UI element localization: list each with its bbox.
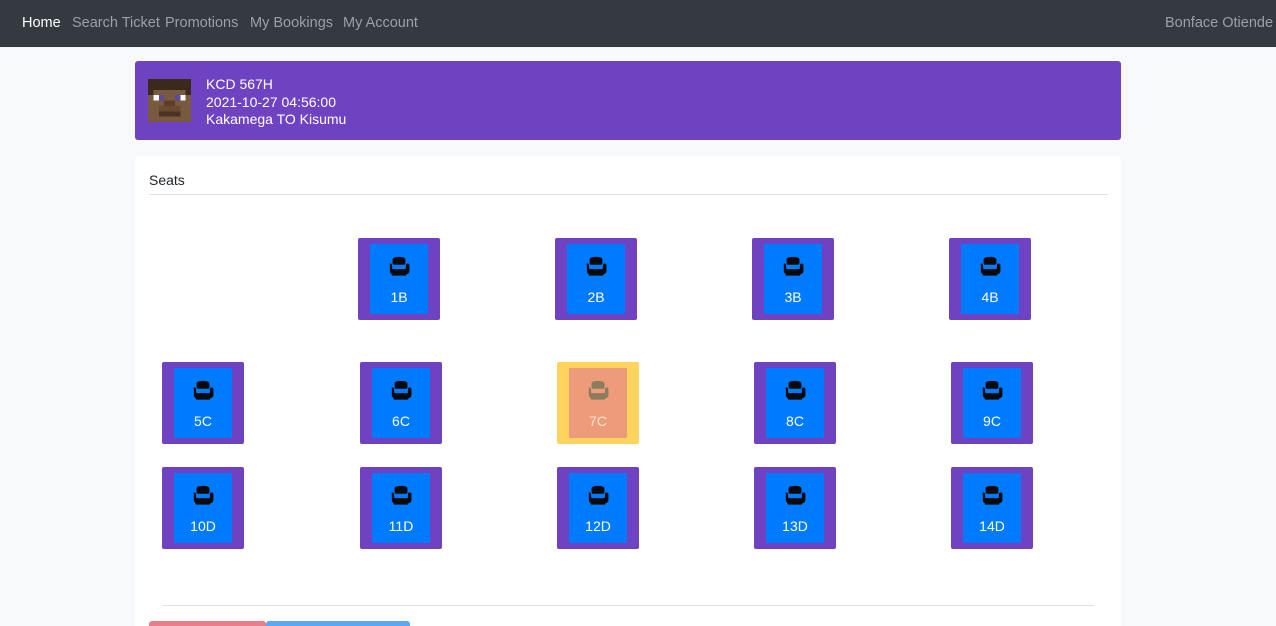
armchair-icon — [587, 484, 609, 506]
seat-button[interactable]: 11D — [372, 473, 430, 543]
seat-label: 1B — [390, 289, 408, 305]
seat-button[interactable]: 12D — [569, 473, 627, 543]
seat-label: 11D — [388, 518, 414, 534]
nav-home-link[interactable]: Home — [22, 15, 61, 31]
armchair-icon — [388, 255, 410, 277]
header-divider — [149, 194, 1108, 195]
seat-4b[interactable]: 4B — [949, 238, 1031, 320]
user-dropdown-toggle[interactable]: Bonface Otiende — [1165, 15, 1276, 31]
trip-banner: KCD 567H 2021-10-27 04:56:00 Kakamega TO… — [135, 61, 1121, 140]
nav-my-account-link[interactable]: My Account — [343, 15, 418, 31]
seat-label: 4B — [981, 289, 999, 305]
seats-card-title: Seats — [149, 172, 185, 188]
armchair-icon — [192, 379, 214, 401]
seat-10d[interactable]: 10D — [162, 467, 244, 549]
primary-button[interactable] — [266, 621, 410, 626]
seat-button[interactable]: 6C — [372, 368, 430, 438]
trip-route: Kakamega TO Kisumu — [206, 111, 347, 127]
seat-button[interactable]: 4B — [961, 244, 1019, 314]
footer-divider — [163, 605, 1094, 606]
armchair-icon — [784, 379, 806, 401]
seat-label: 2B — [587, 289, 605, 305]
seat-button[interactable]: 10D — [174, 473, 232, 543]
seat-label: 12D — [585, 518, 611, 534]
armchair-icon — [782, 255, 804, 277]
seat-button[interactable]: 8C — [766, 368, 824, 438]
armchair-icon — [390, 484, 412, 506]
seat-label: 13D — [782, 518, 808, 534]
user-name: Bonface Otiende — [1165, 15, 1274, 31]
seat-label: 8C — [786, 413, 804, 429]
seat-5c[interactable]: 5C — [162, 362, 244, 444]
danger-button[interactable] — [149, 621, 266, 626]
seat-button[interactable]: 3B — [764, 244, 822, 314]
seat-2b[interactable]: 2B — [555, 238, 637, 320]
armchair-icon — [981, 484, 1003, 506]
avatar — [148, 79, 191, 122]
armchair-icon — [192, 484, 214, 506]
armchair-icon — [981, 379, 1003, 401]
armchair-icon — [585, 255, 607, 277]
seat-14d[interactable]: 14D — [951, 467, 1033, 549]
nav-promotions-link[interactable]: Promotions — [165, 15, 238, 31]
seat-label: 14D — [979, 518, 1005, 534]
seat-label: 9C — [983, 413, 1001, 429]
bus-plate: KCD 567H — [206, 76, 273, 92]
seat-button[interactable]: 9C — [963, 368, 1021, 438]
seat-8c[interactable]: 8C — [754, 362, 836, 444]
nav-search-ticket-link[interactable]: Search Ticket — [72, 15, 160, 31]
top-navbar: Home Search Ticket Promotions My Booking… — [0, 0, 1276, 47]
seat-12d[interactable]: 12D — [557, 467, 639, 549]
seat-button[interactable]: 13D — [766, 473, 824, 543]
nav-my-bookings-link[interactable]: My Bookings — [250, 15, 333, 31]
seat-label: 7C — [589, 413, 607, 429]
seat-7c[interactable]: 7C — [557, 362, 639, 444]
seat-button[interactable]: 7C — [569, 368, 627, 438]
seat-13d[interactable]: 13D — [754, 467, 836, 549]
seat-1b[interactable]: 1B — [358, 238, 440, 320]
trip-datetime: 2021-10-27 04:56:00 — [206, 93, 336, 110]
seat-label: 10D — [190, 518, 216, 534]
seat-6c[interactable]: 6C — [360, 362, 442, 444]
armchair-icon — [390, 379, 412, 401]
armchair-icon — [587, 379, 609, 401]
seats-card: Seats 1B 2B 3B 4B 5C 6C 7C 8C 9C 10D 11D 12D 13D 14D — [135, 156, 1121, 626]
seat-button[interactable]: 5C — [174, 368, 232, 438]
seat-button[interactable]: 14D — [963, 473, 1021, 543]
seat-label: 3B — [784, 289, 802, 305]
seat-label: 6C — [392, 413, 410, 429]
trip-details: KCD 567H 2021-10-27 04:56:00 Kakamega TO… — [206, 76, 346, 129]
armchair-icon — [784, 484, 806, 506]
seat-button[interactable]: 1B — [370, 244, 428, 314]
seat-button[interactable]: 2B — [567, 244, 625, 314]
seat-3b[interactable]: 3B — [752, 238, 834, 320]
seat-label: 5C — [194, 413, 212, 429]
seat-11d[interactable]: 11D — [360, 467, 442, 549]
seat-9c[interactable]: 9C — [951, 362, 1033, 444]
armchair-icon — [979, 255, 1001, 277]
